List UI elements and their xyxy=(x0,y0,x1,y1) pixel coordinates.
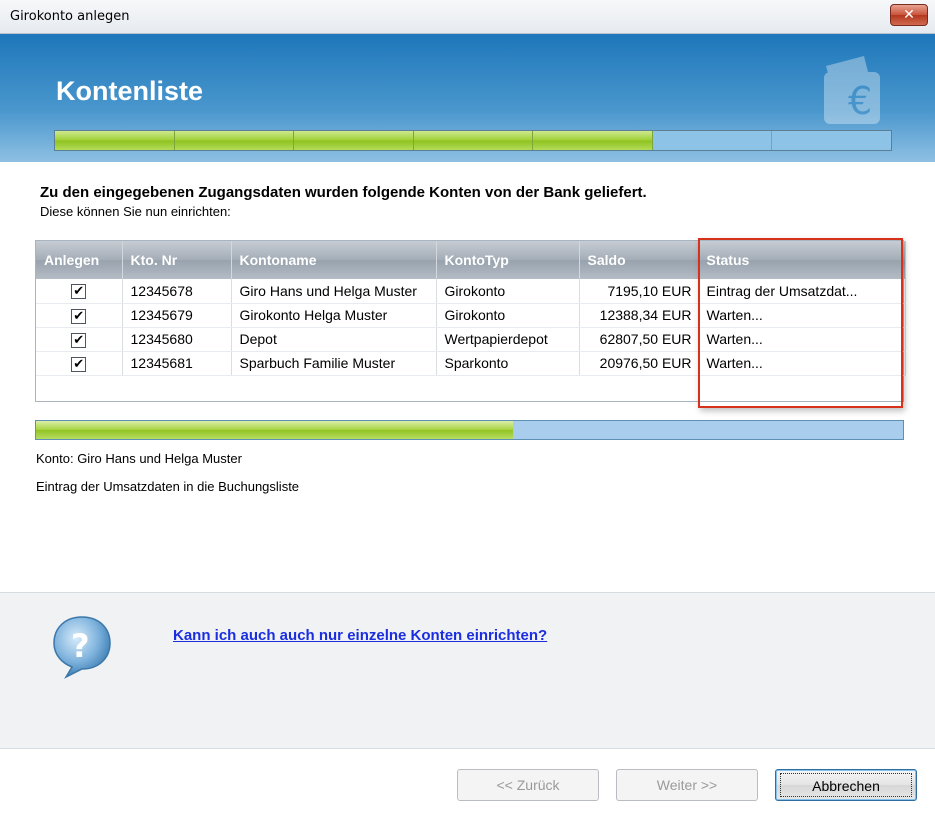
progress-fill xyxy=(36,421,513,439)
help-panel: ? Kann ich auch auch nur einzelne Konten… xyxy=(0,592,935,749)
kontotyp-cell: Girokonto xyxy=(436,303,580,328)
cancel-button-label: Abbrechen xyxy=(780,773,912,797)
saldo-cell: 12388,34 EUR xyxy=(579,303,699,328)
cancel-button[interactable]: Abbrechen xyxy=(775,769,917,801)
column-header-status[interactable]: Status xyxy=(698,241,906,279)
saldo-cell: 20976,50 EUR xyxy=(579,351,699,376)
wizard-step-segment xyxy=(653,131,773,150)
status-cell: Warten... xyxy=(698,327,906,352)
title-bar: Girokonto anlegen ✕ xyxy=(0,0,935,34)
import-progress-bar xyxy=(35,420,904,440)
kto-nr-cell: 12345678 xyxy=(122,279,232,304)
wizard-step-segment xyxy=(413,131,534,150)
wizard-step-segment xyxy=(294,131,414,150)
kontoname-cell: Girokonto Helga Muster xyxy=(231,303,437,328)
status-cell: Eintrag der Umsatzdat... xyxy=(698,279,906,304)
kontotyp-cell: Wertpapierdepot xyxy=(436,327,580,352)
wizard-step-segment xyxy=(55,131,175,150)
saldo-cell: 62807,50 EUR xyxy=(579,327,699,352)
intro-headline: Zu den eingegebenen Zugangsdaten wurden … xyxy=(40,184,647,201)
help-link[interactable]: Kann ich auch auch nur einzelne Konten e… xyxy=(173,627,547,644)
accounts-table: Anlegen Kto. Nr Kontoname KontoTyp Saldo… xyxy=(35,240,906,402)
column-header-anlegen[interactable]: Anlegen xyxy=(36,241,123,279)
back-button[interactable]: << Zurück xyxy=(457,769,599,801)
wizard-header: Kontenliste € xyxy=(0,34,935,162)
anlegen-checkbox[interactable]: ✔ xyxy=(71,332,87,348)
table-row[interactable]: ✔ 12345680 Depot Wertpapierdepot 62807,5… xyxy=(36,327,906,352)
euro-wallet-icon: € xyxy=(824,56,880,124)
intro-subline: Diese können Sie nun einrichten: xyxy=(40,204,231,219)
wizard-step-segment xyxy=(174,131,295,150)
question-bubble-icon: ? xyxy=(53,616,111,679)
wizard-step-segment xyxy=(533,131,653,150)
saldo-cell: 7195,10 EUR xyxy=(579,279,699,304)
kto-nr-cell: 12345680 xyxy=(122,327,232,352)
column-header-kontotyp[interactable]: KontoTyp xyxy=(436,241,580,279)
kontoname-cell: Sparbuch Familie Muster xyxy=(231,351,437,376)
kontoname-cell: Giro Hans und Helga Muster xyxy=(231,279,437,304)
svg-text:€: € xyxy=(848,79,872,123)
column-header-kto-nr[interactable]: Kto. Nr xyxy=(122,241,232,279)
status-cell: Warten... xyxy=(698,303,906,328)
wizard-step-segment xyxy=(772,131,891,150)
column-header-saldo[interactable]: Saldo xyxy=(579,241,699,279)
svg-text:?: ? xyxy=(71,627,90,665)
kontoname-cell: Depot xyxy=(231,327,437,352)
column-header-kontoname[interactable]: Kontoname xyxy=(231,241,437,279)
page-title: Kontenliste xyxy=(56,76,204,106)
window-title: Girokonto anlegen xyxy=(10,9,130,24)
table-row[interactable]: ✔ 12345678 Giro Hans und Helga Muster Gi… xyxy=(36,279,906,304)
anlegen-checkbox[interactable]: ✔ xyxy=(71,356,87,372)
wizard-step-progress xyxy=(54,130,892,151)
table-row[interactable]: ✔ 12345681 Sparbuch Familie Muster Spark… xyxy=(36,351,906,376)
close-button[interactable]: ✕ xyxy=(890,4,928,26)
table-row[interactable]: ✔ 12345679 Girokonto Helga Muster Giroko… xyxy=(36,303,906,328)
anlegen-checkbox[interactable]: ✔ xyxy=(71,284,87,300)
status-cell: Warten... xyxy=(698,351,906,376)
kontotyp-cell: Girokonto xyxy=(436,279,580,304)
status-account-line: Konto: Giro Hans und Helga Muster xyxy=(36,451,242,466)
kontotyp-cell: Sparkonto xyxy=(436,351,580,376)
next-button[interactable]: Weiter >> xyxy=(616,769,758,801)
kto-nr-cell: 12345681 xyxy=(122,351,232,376)
status-action-line: Eintrag der Umsatzdaten in die Buchungsl… xyxy=(36,479,300,494)
anlegen-checkbox[interactable]: ✔ xyxy=(71,308,87,324)
kto-nr-cell: 12345679 xyxy=(122,303,232,328)
